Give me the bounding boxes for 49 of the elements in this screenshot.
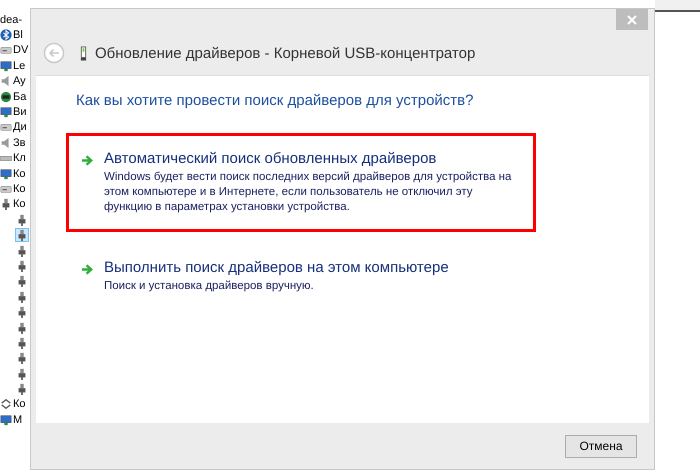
tree-item[interactable]: Ви	[13, 106, 26, 118]
window-title: Обновление драйверов - Корневой USB-концентратор	[95, 44, 476, 62]
option-link[interactable]: Выполнить поиск драйверов на этом компьютере Поиск и установка драйверов вручную.	[66, 242, 536, 311]
tree-item[interactable]: DV	[13, 44, 28, 56]
arrow-icon	[81, 154, 94, 167]
tree-item[interactable]: dea-	[0, 14, 22, 26]
tree-item[interactable]: Ко	[13, 182, 26, 195]
device-icon	[0, 121, 12, 134]
plug-icon	[80, 46, 87, 60]
option-title: Автоматический поиск обновленных драйверов	[104, 150, 438, 167]
tree-item[interactable]: Ко	[13, 198, 26, 210]
tree-item[interactable]: М	[13, 414, 22, 426]
plug-icon[interactable]	[16, 290, 28, 303]
plug-icon[interactable]	[16, 214, 28, 226]
plug-icon[interactable]	[16, 244, 28, 257]
device-icon	[0, 60, 12, 72]
tree-item[interactable]: Ди	[13, 121, 27, 134]
tree-item[interactable]: Bl	[13, 29, 23, 42]
tree-item[interactable]: Ко	[13, 398, 26, 410]
close-icon	[627, 14, 637, 24]
plug-icon[interactable]	[16, 275, 28, 288]
plug-icon[interactable]	[16, 322, 28, 334]
tree-item[interactable]: Ба	[13, 90, 26, 103]
option-title: Выполнить поиск драйверов на этом компьютере	[104, 259, 450, 276]
option-link[interactable]	[66, 133, 536, 232]
tree-item[interactable]: Зв	[13, 136, 26, 149]
tree-item[interactable]: Ко	[13, 168, 26, 180]
plug-icon[interactable]	[16, 229, 28, 242]
cancel-button[interactable]: Отмена	[565, 434, 637, 458]
question-heading: Как вы хотите провести поиск драйверов для устройств?	[76, 92, 474, 109]
plug-icon[interactable]	[16, 336, 28, 349]
device-icon	[0, 168, 12, 180]
plug-icon[interactable]	[16, 306, 28, 318]
device-icon	[0, 90, 12, 103]
tree-item[interactable]: Ay	[13, 75, 26, 88]
device-icon	[0, 414, 12, 426]
plug-icon[interactable]	[16, 368, 28, 380]
plug-icon[interactable]	[16, 383, 28, 396]
plug-icon	[0, 198, 12, 210]
device-icon	[0, 106, 12, 118]
device-icon	[0, 398, 12, 410]
plug-icon[interactable]	[16, 260, 28, 272]
arrow-icon	[81, 263, 94, 276]
option-description: Windows будет вести поиск последних версий драйверов для устройства на этом компьютере и в Интернете, если пользователь не отключил эту функцию в параметрах установки устройства.	[104, 170, 512, 215]
tree-item[interactable]: Кл	[13, 152, 26, 164]
plug-icon[interactable]	[16, 352, 28, 364]
option-description: Поиск и установка драйверов вручную.	[104, 279, 315, 294]
device-icon	[0, 44, 12, 56]
tree-item[interactable]: Le	[13, 60, 26, 72]
